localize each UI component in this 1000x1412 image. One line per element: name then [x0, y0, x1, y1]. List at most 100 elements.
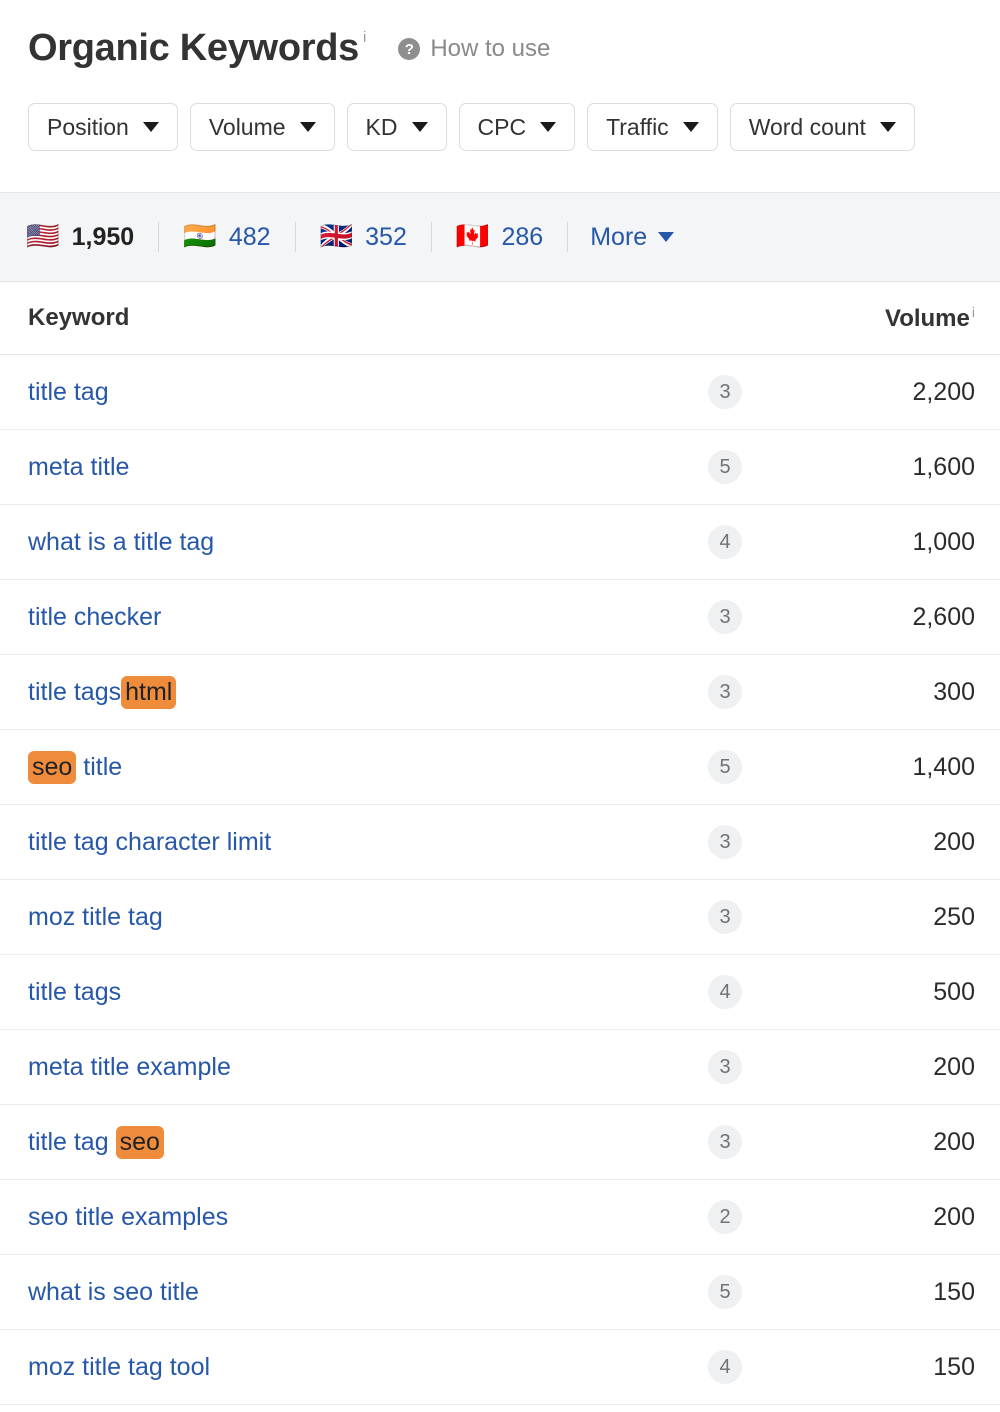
keyword-link[interactable]: title tag seo — [28, 1126, 164, 1159]
filter-button-label: Position — [47, 113, 129, 140]
kd-badge: 4 — [708, 1350, 742, 1384]
filter-button-cpc[interactable]: CPC — [458, 103, 576, 151]
keyword-cell: title tag seo — [0, 1104, 665, 1180]
keyword-text: meta title example — [28, 1053, 231, 1081]
volume-cell: 1,400 — [785, 729, 1000, 805]
filter-button-label: CPC — [477, 113, 527, 140]
kd-cell: 3 — [665, 879, 785, 955]
keyword-link[interactable]: moz title tag — [28, 903, 163, 931]
organic-keywords-table: Keyword Volume i title tag 3 2,200 meta titl… — [0, 282, 1000, 1405]
keyword-cell: meta title example — [0, 1029, 665, 1105]
filter-bar: Position Volume KD CPC Traffic Word count — [0, 96, 1000, 158]
table-row: title tag character limit 3 200 — [0, 804, 1000, 880]
country-filter-india[interactable]: 🇮🇳 482 — [181, 222, 272, 252]
filter-button-kd[interactable]: KD — [346, 103, 447, 151]
table-row: what is a title tag 4 1,000 — [0, 504, 1000, 580]
flag-icon: 🇺🇸 — [26, 221, 60, 252]
filter-button-volume[interactable]: Volume — [189, 103, 335, 151]
volume-cell: 200 — [785, 1029, 1000, 1105]
keyword-highlight: html — [121, 676, 177, 709]
keyword-text: title tag — [28, 378, 109, 406]
divider — [158, 222, 160, 252]
column-header-volume[interactable]: Volume i — [785, 282, 1000, 355]
volume-cell: 150 — [785, 1329, 1000, 1405]
keyword-link[interactable]: title tags html — [28, 676, 177, 709]
volume-cell: 2,200 — [785, 354, 1000, 430]
divider — [294, 222, 296, 252]
keyword-link[interactable]: title tag character limit — [28, 828, 271, 856]
keyword-link[interactable]: seo title examples — [28, 1203, 228, 1231]
keyword-text: moz title tag — [28, 903, 163, 931]
keyword-cell: what is seo title — [0, 1254, 665, 1330]
kd-cell: 4 — [665, 504, 785, 580]
country-filter-united-states[interactable]: 🇺🇸 1,950 — [24, 222, 136, 252]
column-header-keyword[interactable]: Keyword — [0, 282, 665, 355]
table-row: seo title 5 1,400 — [0, 729, 1000, 805]
title-info-icon[interactable]: i — [363, 30, 366, 45]
country-keyword-count: 352 — [365, 223, 407, 251]
keyword-link[interactable]: moz title tag tool — [28, 1353, 210, 1381]
country-keyword-count: 286 — [501, 223, 544, 251]
keyword-text: title tags — [28, 978, 122, 1006]
kd-cell: 4 — [665, 954, 785, 1030]
keyword-link[interactable]: what is a title tag — [28, 528, 214, 556]
kd-badge: 5 — [708, 450, 742, 484]
country-keyword-count: 482 — [228, 223, 271, 251]
kd-cell: 5 — [665, 729, 785, 805]
volume-info-icon[interactable]: i — [972, 304, 975, 320]
volume-cell: 2,600 — [785, 579, 1000, 655]
table-header-row: Keyword Volume i — [0, 282, 1000, 355]
kd-badge: 3 — [708, 1050, 742, 1084]
filter-button-word-count[interactable]: Word count — [729, 103, 915, 151]
keyword-cell: title checker — [0, 579, 665, 655]
kd-badge: 3 — [708, 600, 742, 634]
more-countries-button[interactable]: More — [590, 223, 675, 251]
kd-badge: 5 — [708, 1275, 742, 1309]
keyword-link[interactable]: title tags — [28, 978, 121, 1006]
keyword-cell: moz title tag tool — [0, 1329, 665, 1405]
kd-cell: 5 — [665, 1254, 785, 1330]
flag-icon: 🇨🇦 — [455, 221, 490, 252]
filter-button-position[interactable]: Position — [28, 103, 178, 151]
volume-cell: 200 — [785, 804, 1000, 880]
chevron-down-icon — [540, 122, 557, 132]
keyword-cell: title tags — [0, 954, 665, 1030]
volume-cell: 500 — [785, 954, 1000, 1030]
filter-button-traffic[interactable]: Traffic — [587, 103, 718, 151]
keyword-link[interactable]: title checker — [28, 603, 161, 631]
question-mark-icon: ? — [398, 38, 421, 60]
how-to-use-link[interactable]: ? How to use — [398, 37, 550, 61]
keyword-text: title tag — [28, 1128, 116, 1156]
keyword-link[interactable]: seo title — [28, 751, 122, 784]
keyword-link[interactable]: what is seo title — [28, 1278, 199, 1306]
keyword-text: what is a title tag — [28, 528, 215, 556]
page-header: Organic Keywords i ? How to use — [0, 0, 1000, 96]
table-body: title tag 3 2,200 meta title 5 1,600 what is a… — [0, 354, 1000, 1405]
flag-icon: 🇬🇧 — [319, 221, 354, 252]
column-header-kd[interactable] — [665, 282, 785, 355]
table-row: title tag seo 3 200 — [0, 1104, 1000, 1180]
country-filter-canada[interactable]: 🇨🇦 286 — [454, 222, 545, 252]
divider — [430, 222, 432, 252]
table-row: what is seo title 5 150 — [0, 1254, 1000, 1330]
filter-button-label: KD — [365, 113, 398, 140]
table-row: title checker 3 2,600 — [0, 579, 1000, 655]
kd-badge: 3 — [708, 900, 742, 934]
column-header-volume-label: Volume — [884, 304, 970, 332]
keyword-highlight: seo — [115, 1126, 164, 1159]
keyword-link[interactable]: meta title — [28, 453, 129, 481]
keyword-text: title tag character limit — [28, 828, 272, 856]
chevron-down-icon — [682, 122, 699, 132]
kd-cell: 3 — [665, 804, 785, 880]
kd-badge: 3 — [708, 675, 742, 709]
table-row: moz title tag tool 4 150 — [0, 1329, 1000, 1405]
keyword-text: meta title — [28, 453, 130, 481]
keyword-link[interactable]: meta title example — [28, 1053, 231, 1081]
table-row: meta title example 3 200 — [0, 1029, 1000, 1105]
keyword-cell: title tag character limit — [0, 804, 665, 880]
chevron-down-icon — [142, 122, 159, 132]
filter-button-label: Word count — [748, 113, 866, 140]
country-filter-united-kingdom[interactable]: 🇬🇧 352 — [318, 222, 409, 252]
keyword-link[interactable]: title tag — [28, 378, 109, 406]
keyword-text: moz title tag tool — [28, 1353, 211, 1381]
